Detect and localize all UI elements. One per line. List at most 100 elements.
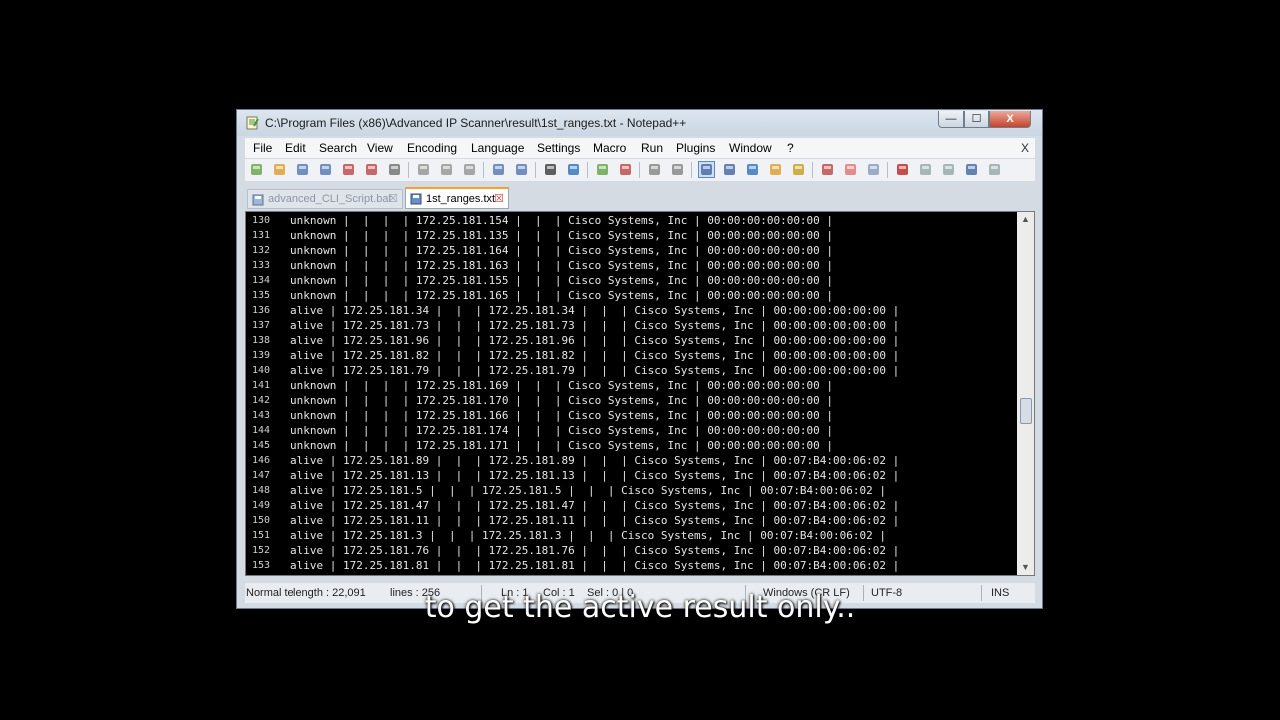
title-bar[interactable]: C:\Program Files (x86)\Advanced IP Scann…: [237, 110, 1042, 136]
find-icon[interactable]: [543, 162, 558, 177]
editor-line[interactable]: 152 alive | 172.25.181.76 | | | 172.25.18…: [246, 543, 1016, 558]
text-editor[interactable]: ▲ ▼ 130 unknown | | | | 172.25.181.154 | …: [245, 211, 1035, 576]
editor-line[interactable]: 142 unknown | | | | 172.25.181.170 | | | …: [246, 393, 1016, 408]
function-list-icon[interactable]: [820, 162, 835, 177]
paste-icon[interactable]: [462, 162, 477, 177]
editor-line[interactable]: 132 unknown | | | | 172.25.181.164 | | | …: [246, 243, 1016, 258]
vertical-scrollbar[interactable]: ▲ ▼: [1017, 212, 1034, 575]
doc-map-icon[interactable]: [791, 162, 806, 177]
sync-horizontal-icon[interactable]: [670, 162, 685, 177]
line-text: alive | 172.25.181.5 | | | 172.25.181.5 …: [290, 484, 887, 497]
tab-close-icon[interactable]: ☒: [494, 189, 504, 209]
line-text: alive | 172.25.181.34 | | | 172.25.181.3…: [290, 304, 900, 317]
editor-line[interactable]: 144 unknown | | | | 172.25.181.174 | | | …: [246, 423, 1016, 438]
menu-edit[interactable]: Edit: [285, 141, 306, 155]
copy-icon[interactable]: [439, 162, 454, 177]
menu-encoding[interactable]: Encoding: [407, 141, 457, 155]
editor-line[interactable]: 130 unknown | | | | 172.25.181.154 | | | …: [246, 213, 1016, 228]
line-number: 137: [252, 320, 271, 331]
editor-line[interactable]: 134 unknown | | | | 172.25.181.155 | | | …: [246, 273, 1016, 288]
toolbar-separator: [408, 162, 409, 178]
tab-1st-ranges[interactable]: 1st_ranges.txt ☒: [405, 187, 509, 209]
editor-line[interactable]: 145 unknown | | | | 172.25.181.171 | | | …: [246, 438, 1016, 453]
menu-run[interactable]: Run: [641, 141, 663, 155]
undo-icon[interactable]: [491, 162, 506, 177]
line-number: 150: [252, 515, 271, 526]
tab-advanced-cli-script[interactable]: advanced_CLI_Script.bat ☒: [247, 189, 403, 209]
show-all-chars-icon[interactable]: [722, 162, 737, 177]
close-all-icon[interactable]: [364, 162, 379, 177]
play-macro-icon[interactable]: [941, 162, 956, 177]
word-wrap-icon[interactable]: [698, 161, 715, 178]
zoom-out-icon[interactable]: [618, 162, 633, 177]
close-icon[interactable]: [341, 162, 356, 177]
tab-close-icon[interactable]: ☒: [388, 190, 398, 208]
editor-line[interactable]: 140 alive | 172.25.181.79 | | | 172.25.18…: [246, 363, 1016, 378]
scroll-down-icon[interactable]: ▼: [1017, 560, 1034, 575]
editor-line[interactable]: 149 alive | 172.25.181.47 | | | 172.25.18…: [246, 498, 1016, 513]
replace-icon[interactable]: [566, 162, 581, 177]
cut-icon[interactable]: [416, 162, 431, 177]
redo-icon[interactable]: [514, 162, 529, 177]
save-icon[interactable]: [295, 162, 310, 177]
line-text: unknown | | | | 172.25.181.135 | | | Cis…: [290, 229, 834, 242]
line-number: 133: [252, 260, 271, 271]
indent-guide-icon[interactable]: [745, 162, 760, 177]
zoom-in-icon[interactable]: [595, 162, 610, 177]
sync-vertical-icon[interactable]: [647, 162, 662, 177]
user-language-icon[interactable]: [768, 162, 783, 177]
editor-line[interactable]: 153 alive | 172.25.181.81 | | | 172.25.18…: [246, 558, 1016, 573]
minimize-button[interactable]: —: [938, 111, 964, 128]
menu-view[interactable]: View: [367, 141, 393, 155]
menu-file[interactable]: File: [253, 141, 272, 155]
editor-line[interactable]: 150 alive | 172.25.181.11 | | | 172.25.18…: [246, 513, 1016, 528]
editor-line[interactable]: 148 alive | 172.25.181.5 | | | 172.25.181…: [246, 483, 1016, 498]
editor-line[interactable]: 136 alive | 172.25.181.34 | | | 172.25.18…: [246, 303, 1016, 318]
line-text: unknown | | | | 172.25.181.170 | | | Cis…: [290, 394, 834, 407]
menu-window[interactable]: Window: [729, 141, 772, 155]
toolbar-separator: [691, 162, 692, 178]
editor-line[interactable]: 139 alive | 172.25.181.82 | | | 172.25.18…: [246, 348, 1016, 363]
notepad-window: C:\Program Files (x86)\Advanced IP Scann…: [236, 109, 1043, 609]
menu-plugins[interactable]: Plugins: [676, 141, 715, 155]
open-file-icon[interactable]: [272, 162, 287, 177]
line-text: alive | 172.25.181.79 | | | 172.25.181.7…: [290, 364, 900, 377]
editor-line[interactable]: 151 alive | 172.25.181.3 | | | 172.25.181…: [246, 528, 1016, 543]
maximize-button[interactable]: ☐: [964, 111, 989, 128]
line-number: 144: [252, 425, 271, 436]
tab-bar: advanced_CLI_Script.bat ☒ 1st_ranges.txt…: [245, 187, 1035, 209]
close-document-button[interactable]: X: [1021, 141, 1029, 155]
editor-line[interactable]: 143 unknown | | | | 172.25.181.166 | | | …: [246, 408, 1016, 423]
editor-line[interactable]: 138 alive | 172.25.181.96 | | | 172.25.18…: [246, 333, 1016, 348]
close-window-button[interactable]: X: [989, 111, 1031, 128]
line-number: 151: [252, 530, 271, 541]
line-number: 141: [252, 380, 271, 391]
line-text: alive | 172.25.181.81 | | | 172.25.181.8…: [290, 559, 900, 572]
editor-line[interactable]: 141 unknown | | | | 172.25.181.169 | | | …: [246, 378, 1016, 393]
scrollbar-thumb[interactable]: [1020, 398, 1032, 424]
folder-workspace-icon[interactable]: [843, 162, 858, 177]
scroll-up-icon[interactable]: ▲: [1017, 212, 1034, 227]
menu-search[interactable]: Search: [319, 141, 357, 155]
new-file-icon[interactable]: [249, 162, 264, 177]
editor-line[interactable]: 137 alive | 172.25.181.73 | | | 172.25.18…: [246, 318, 1016, 333]
editor-line[interactable]: 133 unknown | | | | 172.25.181.163 | | | …: [246, 258, 1016, 273]
menu-language[interactable]: Language: [471, 141, 524, 155]
menu-settings[interactable]: Settings: [537, 141, 580, 155]
menu-help[interactable]: ?: [787, 141, 794, 155]
run-macro-multiple-icon[interactable]: [964, 162, 979, 177]
line-number: 131: [252, 230, 271, 241]
monitor-icon[interactable]: [866, 162, 881, 177]
stop-macro-icon[interactable]: [918, 162, 933, 177]
window-title: C:\Program Files (x86)\Advanced IP Scann…: [265, 116, 687, 130]
record-macro-icon[interactable]: [895, 162, 910, 177]
editor-line[interactable]: 146 alive | 172.25.181.89 | | | 172.25.18…: [246, 453, 1016, 468]
editor-line[interactable]: 147 alive | 172.25.181.13 | | | 172.25.18…: [246, 468, 1016, 483]
print-icon[interactable]: [387, 162, 402, 177]
editor-line[interactable]: 131 unknown | | | | 172.25.181.135 | | | …: [246, 228, 1016, 243]
save-macro-icon[interactable]: [987, 162, 1002, 177]
menu-macro[interactable]: Macro: [593, 141, 626, 155]
save-all-icon[interactable]: [318, 162, 333, 177]
editor-line[interactable]: 135 unknown | | | | 172.25.181.165 | | | …: [246, 288, 1016, 303]
line-text: unknown | | | | 172.25.181.166 | | | Cis…: [290, 409, 834, 422]
